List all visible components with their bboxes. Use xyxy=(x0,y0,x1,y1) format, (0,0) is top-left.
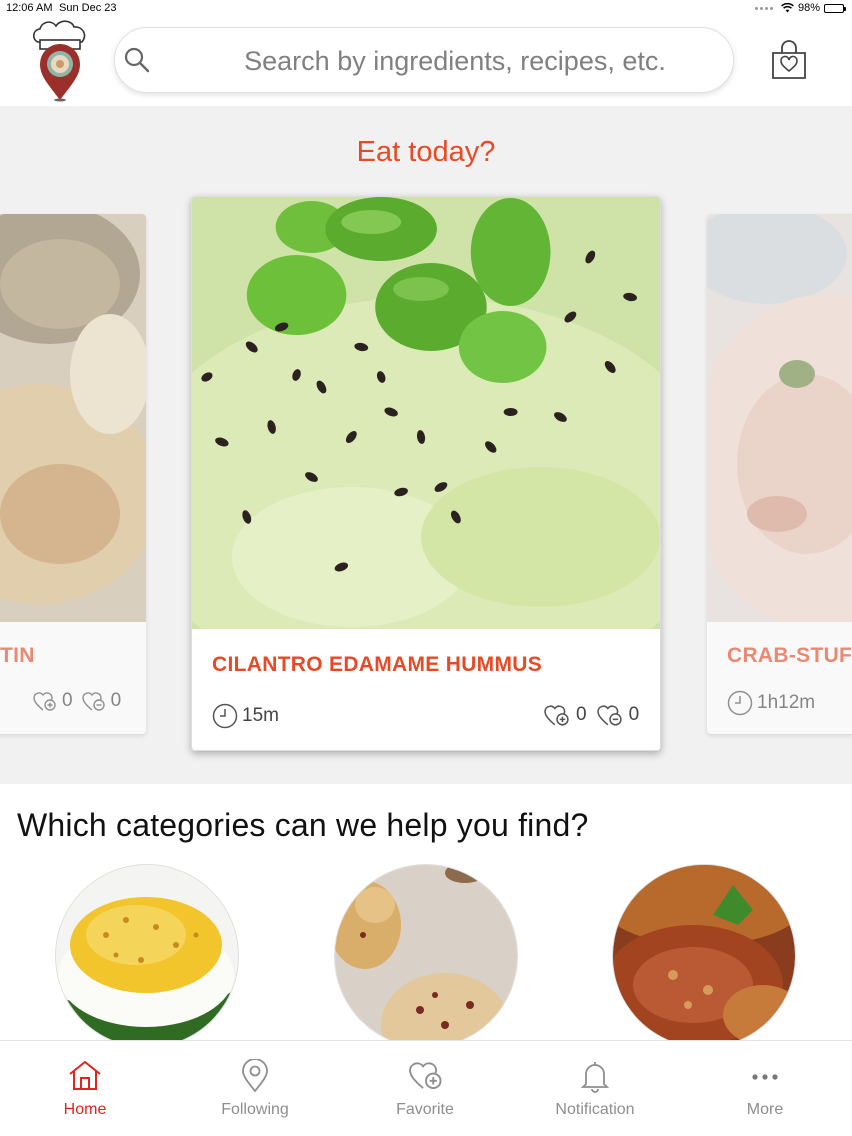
status-date: Sun Dec 23 xyxy=(59,2,117,14)
tab-favorite[interactable]: Favorite xyxy=(340,1041,510,1136)
wifi-icon xyxy=(781,3,794,13)
recipe-name: CILANTRO EDAMAME HUMMUS xyxy=(212,653,543,676)
dislikes-count: 0 xyxy=(110,690,122,711)
cook-time: 15m xyxy=(242,705,279,726)
category-photo xyxy=(335,865,517,1047)
recipe-time: 15m xyxy=(212,703,279,729)
cook-time: 1h12m xyxy=(757,692,816,713)
recipe-card-left[interactable]: TIN 0 0 xyxy=(0,214,146,734)
search-input[interactable] xyxy=(195,42,715,80)
recipe-card-featured[interactable]: CILANTRO EDAMAME HUMMUS 15m 0 0 xyxy=(191,196,661,751)
status-right: 98% xyxy=(754,2,846,14)
top-header xyxy=(0,18,852,106)
more-dots-icon xyxy=(752,1074,778,1080)
battery-icon xyxy=(824,3,846,13)
clock-icon xyxy=(727,690,753,716)
shopping-bag-heart-icon[interactable] xyxy=(770,40,808,80)
bottom-tab-bar: Home Following Favorite Notification Mor… xyxy=(0,1040,852,1136)
recipe-reactions: 0 0 xyxy=(542,703,639,727)
tab-label: Following xyxy=(221,1101,289,1118)
recipe-name: TIN xyxy=(0,644,35,667)
multitask-dots-icon xyxy=(754,6,773,10)
recipe-card-right[interactable]: CRAB-STUF 1h12m xyxy=(707,214,852,734)
home-icon xyxy=(69,1060,101,1090)
search-icon xyxy=(124,47,150,73)
likes-count: 0 xyxy=(576,704,587,725)
tab-home[interactable]: Home xyxy=(0,1041,170,1136)
dislikes-count: 0 xyxy=(628,704,640,725)
heart-plus-icon[interactable] xyxy=(32,690,58,712)
tab-label: Home xyxy=(63,1101,107,1118)
status-time: 12:06 AM xyxy=(6,2,53,14)
recipe-name: CRAB-STUF xyxy=(727,644,852,667)
eat-today-section: Eat today? TIN 0 0 CILANTRO EDAMAME HUMM… xyxy=(0,106,852,784)
app-logo[interactable] xyxy=(30,18,92,102)
likes-count: 0 xyxy=(62,690,73,711)
category-pastry[interactable] xyxy=(612,864,796,1048)
tab-label: More xyxy=(746,1101,784,1118)
recipe-reactions: 0 0 xyxy=(32,690,121,712)
tab-label: Favorite xyxy=(396,1101,454,1118)
recipe-photo xyxy=(192,197,660,629)
app-screen: 12:06 AM Sun Dec 23 98% Search by ingred… xyxy=(0,0,852,1136)
tab-notification[interactable]: Notification xyxy=(510,1041,680,1136)
tab-label: Notification xyxy=(555,1101,635,1118)
section-title: Eat today? xyxy=(356,136,496,168)
heart-minus-icon[interactable] xyxy=(81,690,107,712)
recipe-time: 1h12m xyxy=(727,690,815,716)
search-bar[interactable] xyxy=(114,27,734,93)
battery-percent: 98% xyxy=(797,2,820,14)
category-deviled-eggs[interactable] xyxy=(55,864,239,1048)
categories-title: Which categories can we help you find? xyxy=(17,807,589,843)
category-cookies[interactable] xyxy=(334,864,518,1048)
location-pin-icon xyxy=(242,1059,268,1093)
category-photo xyxy=(56,865,238,1047)
recipe-photo xyxy=(0,214,146,622)
heart-plus-icon xyxy=(409,1062,442,1090)
category-photo xyxy=(613,865,795,1047)
heart-plus-icon[interactable] xyxy=(542,703,572,727)
clock-icon xyxy=(212,703,238,729)
tab-more[interactable]: More xyxy=(680,1041,850,1136)
bell-icon xyxy=(580,1062,610,1093)
recipe-photo xyxy=(707,214,852,622)
heart-minus-icon[interactable] xyxy=(595,703,625,727)
status-bar: 12:06 AM Sun Dec 23 98% xyxy=(0,0,852,18)
tab-following[interactable]: Following xyxy=(170,1041,340,1136)
